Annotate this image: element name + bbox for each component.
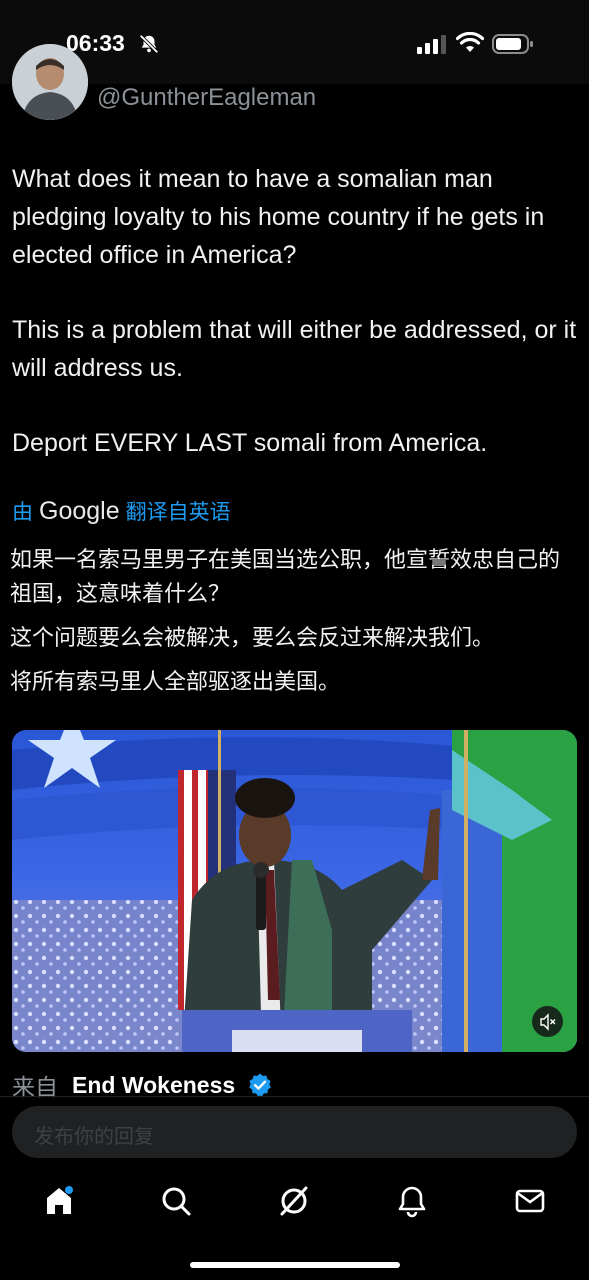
translation-attribution[interactable]: 由 Google 翻译自英语 [12, 494, 231, 528]
translated-paragraph: 将所有索马里人全部驱逐出美国。 [10, 670, 341, 695]
tweet-paragraph: This is a problem that will either be ad… [12, 316, 577, 382]
translation-suffix: 翻译自英语 [125, 501, 231, 524]
reply-placeholder: 发布你的回复 [34, 1124, 154, 1148]
author-avatar[interactable] [12, 44, 88, 120]
signal-icon [417, 35, 446, 54]
battery-icon [492, 34, 533, 54]
google-logo: Google [39, 496, 120, 525]
speaker-muted-icon [539, 1012, 555, 1031]
notifications-icon[interactable] [395, 1184, 429, 1218]
translated-paragraph: 这个问题要么会被解决，要么会反过来解决我们。 [10, 626, 495, 651]
mute-button[interactable] [532, 1006, 563, 1037]
translated-paragraph: 如果一名索马里男子在美国当选公职，他宣誓效忠自己的祖国，这意味着什么？ [10, 548, 561, 607]
search-icon[interactable] [159, 1184, 193, 1218]
status-bar: 06:33 [0, 0, 589, 84]
translated-text: 如果一名索马里男子在美国当选公职，他宣誓效忠自己的祖国，这意味着什么？ 这个问题… [10, 544, 580, 710]
messages-icon[interactable] [513, 1184, 547, 1218]
verified-icon [249, 1073, 272, 1097]
author-handle[interactable]: @GuntherEagleman [97, 84, 316, 112]
tweet-text: What does it mean to have a somalian man… [12, 160, 577, 499]
wifi-icon [456, 32, 484, 52]
bell-off-icon [139, 34, 159, 54]
tweet-paragraph: What does it mean to have a somalian man… [12, 165, 545, 269]
reply-input[interactable]: 发布你的回复 [12, 1106, 577, 1158]
divider [0, 1096, 589, 1097]
video-frame [12, 730, 577, 1052]
tweet-video[interactable] [12, 730, 577, 1052]
grok-icon[interactable] [277, 1184, 311, 1218]
home-indicator[interactable] [190, 1262, 400, 1268]
home-icon[interactable] [42, 1184, 76, 1218]
tweet-paragraph: Deport EVERY LAST somali from America. [12, 429, 488, 457]
source-name[interactable]: End Wokeness [72, 1072, 235, 1099]
translation-prefix: 由 [12, 501, 33, 524]
